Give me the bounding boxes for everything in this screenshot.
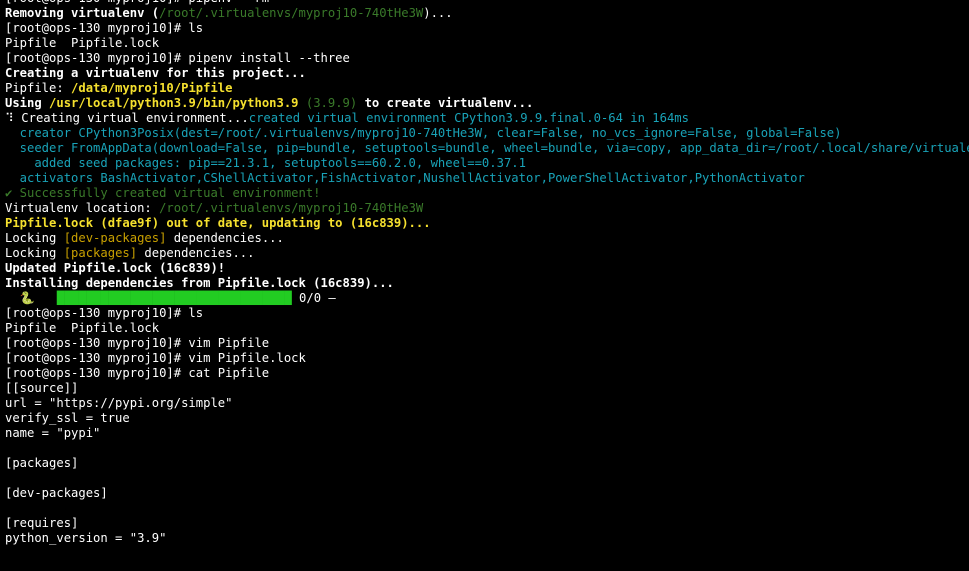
terminal-text-segment: [root@ops-130 myproj10]# ls (5, 306, 204, 320)
terminal-text-segment: Pipfile Pipfile.lock (5, 321, 160, 335)
terminal-text-segment: /data/myproj10/Pipfile (71, 81, 233, 95)
terminal-text-segment: verify_ssl = true (5, 411, 130, 425)
terminal-text-segment: [packages] (63, 246, 138, 260)
terminal-text-segment: Pipfile Pipfile.lock (5, 36, 160, 50)
terminal-line: Virtualenv location: /root/.virtualenvs/… (5, 201, 969, 216)
terminal-line: [root@ops-130 myproj10]# cat Pipfile (5, 366, 969, 381)
terminal-line: ⠹ Creating virtual environment...created… (5, 111, 969, 126)
terminal-line: [root@ops-130 myproj10]# pipenv install … (5, 51, 969, 66)
terminal-text-segment: Using (5, 96, 50, 110)
terminal-output: [root@ops-130 myproj10]# pipenv --rmRemo… (0, 0, 969, 546)
terminal-text-segment: /usr/local/python3.9/bin/python3.9 (49, 96, 299, 110)
terminal-text-segment: name = "pypi" (5, 426, 101, 440)
terminal-text-segment: /root/.virtualenvs/myproj10-740tHe3W (159, 6, 424, 20)
terminal-text-segment: Pipfile.lock (dfae9f) out of date, updat… (5, 216, 431, 230)
terminal-text-segment: [root@ops-130 myproj10]# vim Pipfile (5, 336, 270, 350)
terminal-line: [root@ops-130 myproj10]# ls (5, 306, 969, 321)
terminal-line: Creating a virtualenv for this project..… (5, 66, 969, 81)
terminal-text-segment: seeder FromAppData(download=False, pip=b… (5, 141, 969, 155)
terminal-text-segment: [root@ops-130 myproj10]# ls (5, 21, 204, 35)
terminal-text-segment: ⠹ Creating virtual environment... (5, 111, 249, 125)
terminal-text-segment: /root/.virtualenvs/myproj10-740tHe3W (159, 201, 424, 215)
terminal-text-segment: [root@ops-130 myproj10]# vim Pipfile.loc… (5, 351, 306, 365)
terminal-line: [root@ops-130 myproj10]# vim Pipfile (5, 336, 969, 351)
terminal-line: added seed packages: pip==21.3.1, setupt… (5, 156, 969, 171)
terminal-text-segment: created virtual environment CPython3.9.9… (248, 111, 689, 125)
terminal-text-segment: 0/0 — (291, 291, 336, 305)
terminal-line: [root@ops-130 myproj10]# ls (5, 21, 969, 36)
terminal-line: 🐍 ████████████████████████████████ 0/0 — (5, 291, 969, 306)
terminal-text-segment: activators BashActivator,CShellActivator… (5, 171, 805, 185)
terminal-line: [dev-packages] (5, 486, 969, 501)
terminal-text-segment: )... (423, 6, 453, 20)
terminal-text-segment: [root@ops-130 myproj10]# cat Pipfile (5, 366, 270, 380)
terminal-text-segment: dependencies... (137, 246, 255, 260)
terminal-line: [packages] (5, 456, 969, 471)
terminal-line: Pipfile Pipfile.lock (5, 321, 969, 336)
terminal-text-segment: ✔ Successfully created virtual environme… (5, 186, 321, 200)
terminal-line: [[source]] (5, 381, 969, 396)
terminal-text-segment: ████████████████████████████████ (56, 291, 292, 305)
terminal-text-segment: to create virtualenv... (357, 96, 534, 110)
terminal-line: activators BashActivator,CShellActivator… (5, 171, 969, 186)
terminal-line: seeder FromAppData(download=False, pip=b… (5, 141, 969, 156)
terminal-window[interactable]: [root@ops-130 myproj10]# pipenv --rmRemo… (0, 0, 969, 571)
terminal-line: Installing dependencies from Pipfile.loc… (5, 276, 969, 291)
terminal-line: [requires] (5, 516, 969, 531)
terminal-text-segment: [requires] (5, 516, 79, 530)
terminal-text-segment: [root@ops-130 myproj10]# pipenv install … (5, 51, 350, 65)
terminal-line: creator CPython3Posix(dest=/root/.virtua… (5, 126, 969, 141)
terminal-line: Pipfile Pipfile.lock (5, 36, 969, 51)
terminal-text-segment: creator CPython3Posix(dest=/root/.virtua… (5, 126, 842, 140)
terminal-text-segment: (3.9.9) (305, 96, 358, 110)
terminal-line: ✔ Successfully created virtual environme… (5, 186, 969, 201)
terminal-text-segment: [dev-packages] (63, 231, 167, 245)
terminal-line: url = "https://pypi.org/simple" (5, 396, 969, 411)
terminal-line: verify_ssl = true (5, 411, 969, 426)
terminal-line: Pipfile: /data/myproj10/Pipfile (5, 81, 969, 96)
terminal-text-segment: python_version = "3.9" (5, 531, 167, 545)
terminal-line: Locking [dev-packages] dependencies... (5, 231, 969, 246)
terminal-line: Locking [packages] dependencies... (5, 246, 969, 261)
terminal-text-segment: Virtualenv location: (5, 201, 160, 215)
terminal-text-segment: [packages] (5, 456, 79, 470)
terminal-line: Updated Pipfile.lock (16c839)! (5, 261, 969, 276)
terminal-line: python_version = "3.9" (5, 531, 969, 546)
terminal-text-segment: Creating a virtualenv for this project..… (5, 66, 306, 80)
terminal-text-segment: Pipfile: (5, 81, 72, 95)
terminal-line: Using /usr/local/python3.9/bin/python3.9… (5, 96, 969, 111)
terminal-text-segment: [dev-packages] (5, 486, 108, 500)
terminal-text-segment: Installing dependencies from Pipfile.loc… (5, 276, 394, 290)
terminal-line: Pipfile.lock (dfae9f) out of date, updat… (5, 216, 969, 231)
terminal-text-segment: Locking (5, 246, 64, 260)
terminal-text-segment: 🐍 (5, 291, 57, 305)
terminal-text-segment: Removing virtualenv ( (5, 6, 160, 20)
terminal-text-segment: [root@ops-130 myproj10]# pipenv --rm (5, 0, 269, 5)
terminal-text-segment: added seed packages: pip==21.3.1, setupt… (5, 156, 526, 170)
terminal-text-segment: Updated Pipfile.lock (16c839)! (5, 261, 226, 275)
terminal-text-segment: [[source]] (5, 381, 79, 395)
terminal-line: name = "pypi" (5, 426, 969, 441)
terminal-text-segment: Locking (5, 231, 64, 245)
terminal-text-segment: dependencies... (166, 231, 284, 245)
terminal-line: [root@ops-130 myproj10]# vim Pipfile.loc… (5, 351, 969, 366)
terminal-line: Removing virtualenv (/root/.virtualenvs/… (5, 6, 969, 21)
terminal-text-segment: url = "https://pypi.org/simple" (5, 396, 233, 410)
